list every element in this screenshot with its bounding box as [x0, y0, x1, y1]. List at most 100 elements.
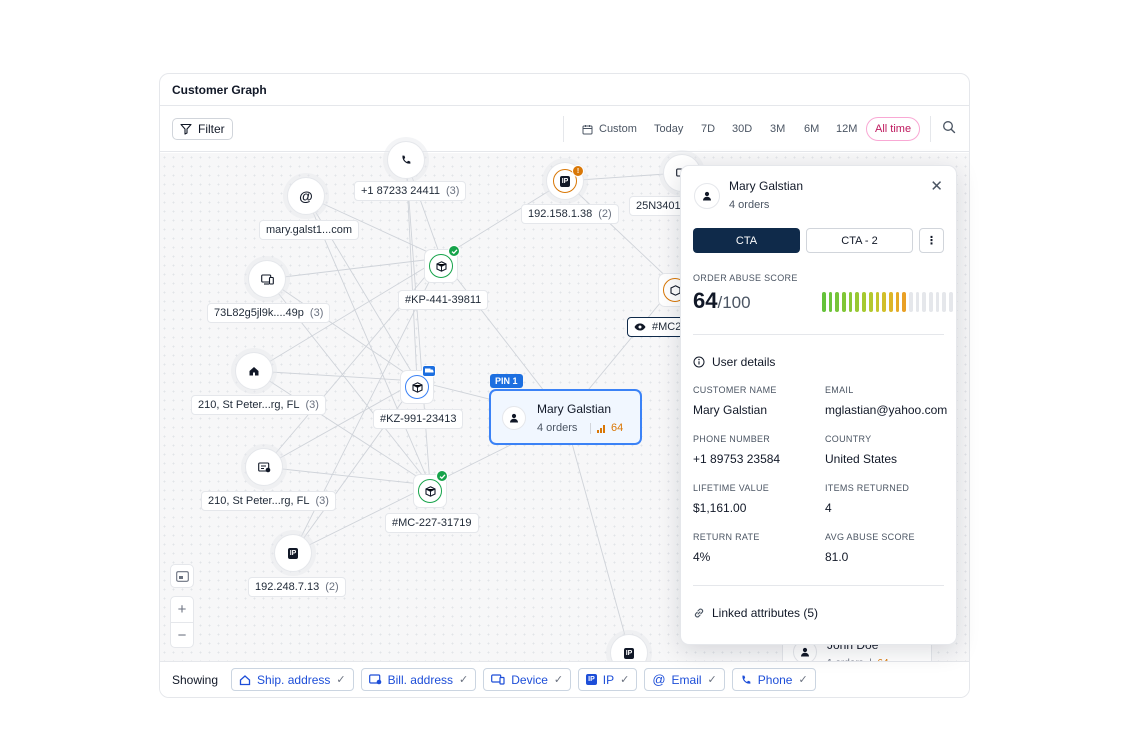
pinned-customer-node[interactable]: Mary Galstian 4 orders 64 [489, 389, 642, 445]
toolbar-divider [563, 116, 564, 142]
search-icon[interactable] [942, 120, 956, 134]
phone-icon [402, 155, 411, 164]
legend-chip-ship-address[interactable]: Ship. address ✓ [231, 668, 354, 691]
range-6m[interactable]: 6M [804, 119, 819, 139]
linked-attributes-label: Linked attributes (5) [712, 606, 819, 620]
filter-button[interactable]: Filter [172, 118, 233, 140]
field-value-customer-name: Mary Galstian [693, 403, 768, 417]
package-icon [411, 381, 423, 393]
showing-label: Showing [172, 672, 219, 687]
score-meter-tick [842, 292, 846, 312]
legend-label: IP [602, 672, 615, 687]
ship-address-node[interactable] [235, 352, 273, 390]
range-30d[interactable]: 30D [732, 119, 752, 139]
cta-2-button[interactable]: CTA - 2 [806, 228, 913, 253]
cta-button[interactable]: CTA [693, 228, 800, 253]
bill-address-count: (3) [315, 495, 329, 507]
field-label-email: EMAIL [825, 385, 854, 395]
pin-tag: PIN 1 [490, 374, 523, 388]
warning-badge-icon: ! [572, 165, 584, 177]
score-meter-tick [835, 292, 840, 312]
ip-top-label: 192.158.1.38 (2) [521, 204, 619, 224]
filter-icon [180, 123, 192, 135]
field-value-avg-abuse-score: 81.0 [825, 550, 849, 564]
legend-chip-email[interactable]: @ Email ✓ [644, 668, 725, 691]
bill-address-icon [257, 461, 270, 472]
fit-view-button[interactable] [170, 564, 194, 588]
abuse-score-meter [822, 292, 953, 312]
package-icon [424, 485, 436, 497]
check-icon: ✓ [620, 674, 630, 686]
check-badge-icon [436, 470, 448, 482]
range-all-time[interactable]: All time [866, 117, 921, 141]
check-icon: ✓ [553, 674, 564, 686]
range-7d[interactable]: 7D [701, 119, 715, 139]
email-node[interactable]: @ [287, 177, 325, 215]
bill-address-label: 210, St Peter...rg, FL (3) [201, 491, 336, 511]
field-value-lifetime-value: $1,161.00 [693, 501, 747, 515]
device-node[interactable] [248, 260, 286, 298]
device-top-label: 25N3401 [629, 196, 688, 216]
check-icon: ✓ [707, 674, 717, 686]
score-meter-tick [828, 292, 833, 312]
calendar-icon [582, 124, 593, 134]
linked-attributes-toggle[interactable]: Linked attributes (5) [693, 606, 818, 620]
at-icon: @ [652, 672, 666, 687]
legend-footer: Showing Ship. address ✓ Bill. address ✓ … [160, 661, 969, 697]
score-meter-tick [875, 292, 880, 312]
truck-badge-icon [422, 365, 436, 377]
legend-chip-bill-address[interactable]: Bill. address ✓ [360, 668, 477, 691]
more-options-button[interactable]: ⋮ [919, 228, 944, 253]
panel-customer-name: Mary Galstian [729, 179, 804, 193]
score-meter-tick [855, 292, 860, 312]
range-3m[interactable]: 3M [770, 119, 785, 139]
zoom-in-button[interactable]: + [171, 597, 193, 622]
divider [693, 334, 944, 335]
pinned-customer-score: 64 [597, 422, 623, 434]
range-today[interactable]: Today [654, 119, 683, 139]
package-icon [435, 260, 447, 272]
close-icon[interactable]: ✕ [930, 177, 943, 195]
pinned-customer-name: Mary Galstian [537, 402, 612, 416]
ip-icon: IP [623, 647, 635, 659]
order-kz-label: #KZ-991-23413 [373, 409, 464, 429]
field-label-phone: PHONE NUMBER [693, 434, 771, 444]
score-meter-tick [915, 292, 920, 312]
score-meter-tick [949, 292, 953, 312]
order-node-mc[interactable] [413, 470, 448, 508]
zoom-out-button[interactable]: − [171, 622, 193, 647]
field-value-return-rate: 4% [693, 550, 711, 564]
order-node-kz[interactable] [400, 365, 436, 404]
device-top-value: 25N3401 [636, 200, 681, 212]
toolbar-divider-2 [930, 116, 931, 142]
eye-icon [634, 323, 646, 331]
range-custom[interactable]: Custom [582, 119, 637, 139]
phone-node-label: +1 87233 24411 (3) [354, 181, 467, 201]
range-12m[interactable]: 12M [836, 119, 857, 139]
field-label-country: COUNTRY [825, 434, 872, 444]
score-meter-tick [942, 292, 947, 312]
legend-chip-device[interactable]: Device ✓ [483, 668, 572, 691]
email-node-label: mary.galst1...com [259, 220, 359, 240]
bill-address-node[interactable] [245, 448, 283, 486]
ip-node-top[interactable]: IP ! [546, 162, 584, 200]
pinned-score-value: 64 [611, 422, 624, 434]
check-icon: ✓ [336, 674, 346, 686]
check-icon: ✓ [798, 674, 808, 686]
ship-address-count: (3) [305, 399, 319, 411]
field-label-return-rate: RETURN RATE [693, 532, 760, 542]
ip-bottom-value: 192.248.7.13 [255, 581, 320, 593]
abuse-score-value: 64 [693, 288, 718, 313]
legend-chip-phone[interactable]: Phone ✓ [731, 668, 816, 691]
range-custom-label: Custom [599, 123, 637, 135]
legend-chip-ip[interactable]: IP IP ✓ [578, 668, 638, 691]
user-icon [502, 406, 526, 430]
field-label-avg-abuse-score: AVG ABUSE SCORE [825, 532, 915, 542]
ip-node-bottom[interactable]: IP [274, 534, 312, 572]
phone-node[interactable] [387, 141, 425, 179]
score-meter-tick [868, 292, 873, 312]
legend-label: Bill. address [387, 672, 454, 687]
order-node-kp[interactable] [424, 245, 460, 283]
field-label-lifetime-value: LIFETIME VALUE [693, 483, 770, 493]
field-label-customer-name: CUSTOMER NAME [693, 385, 777, 395]
